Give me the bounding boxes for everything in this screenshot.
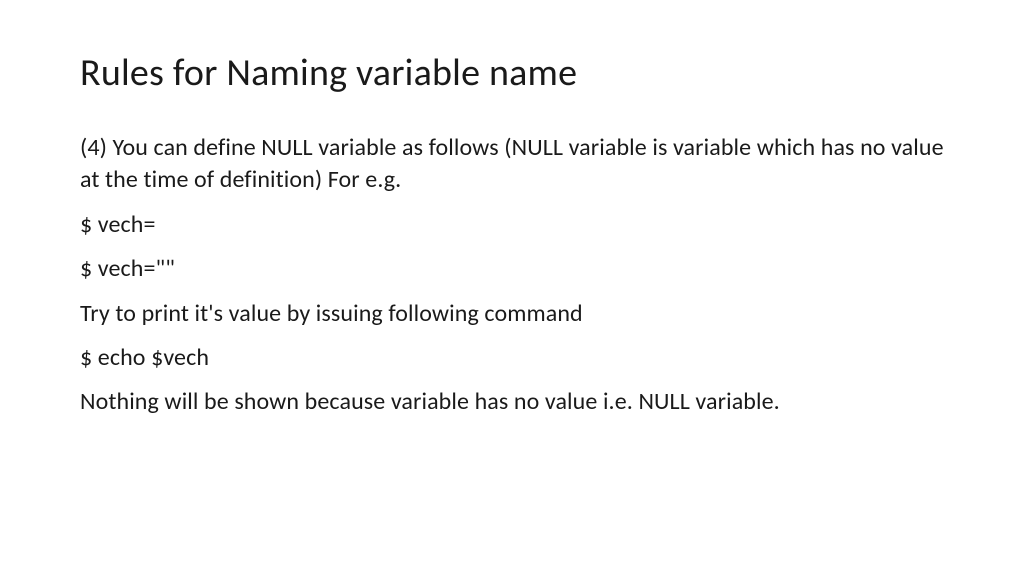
- body-line-1: $ vech=: [80, 209, 954, 241]
- body-line-5: Nothing will be shown because variable h…: [80, 386, 954, 418]
- body-line-2: $ vech="": [80, 253, 954, 285]
- body-line-3: Try to print it's value by issuing follo…: [80, 298, 954, 330]
- body-line-0: (4) You can define NULL variable as foll…: [80, 132, 954, 197]
- slide-title: Rules for Naming variable name: [80, 50, 954, 96]
- body-line-4: $ echo $vech: [80, 342, 954, 374]
